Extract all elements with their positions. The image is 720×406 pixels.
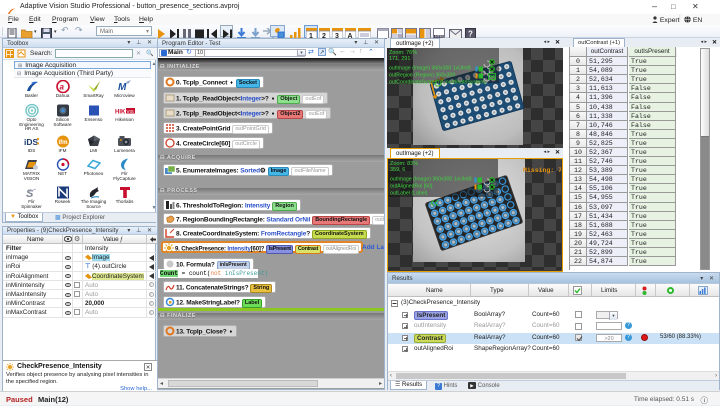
svg-text:359, 6: 359, 6 [390, 167, 405, 173]
svg-text:outImage (Image) 360x300 1xUIn: outImage (Image) 360x300 1xUInt8 [390, 177, 472, 183]
svg-text:outLabel (Label): outLabel (Label) [390, 191, 428, 197]
svg-text:VIS: VIS [126, 109, 133, 114]
svg-text:outRegion (Region) 360x300: outRegion (Region) 360x300 [389, 73, 455, 79]
svg-text:S: S [26, 188, 34, 199]
svg-text:Missing: 7: Missing: 7 [523, 167, 561, 174]
svg-text:outCoordinateSystem (Coordinat: outCoordinateSystem (CoordinateSystem) [389, 80, 487, 86]
svg-text:outImage (Image) 360x300 1xUIn: outImage (Image) 360x300 1xUInt8 [389, 66, 471, 72]
svg-text:HIK: HIK [115, 110, 126, 116]
svg-text:a: a [59, 83, 64, 92]
svg-text:M: M [118, 82, 127, 93]
svg-text:iDS: iDS [24, 137, 39, 147]
svg-text:ifm: ifm [58, 140, 67, 146]
svg-text:outAlignedRoi [60]: outAlignedRoi [60] [390, 184, 433, 190]
svg-text:171, 291: 171, 291 [389, 56, 410, 62]
